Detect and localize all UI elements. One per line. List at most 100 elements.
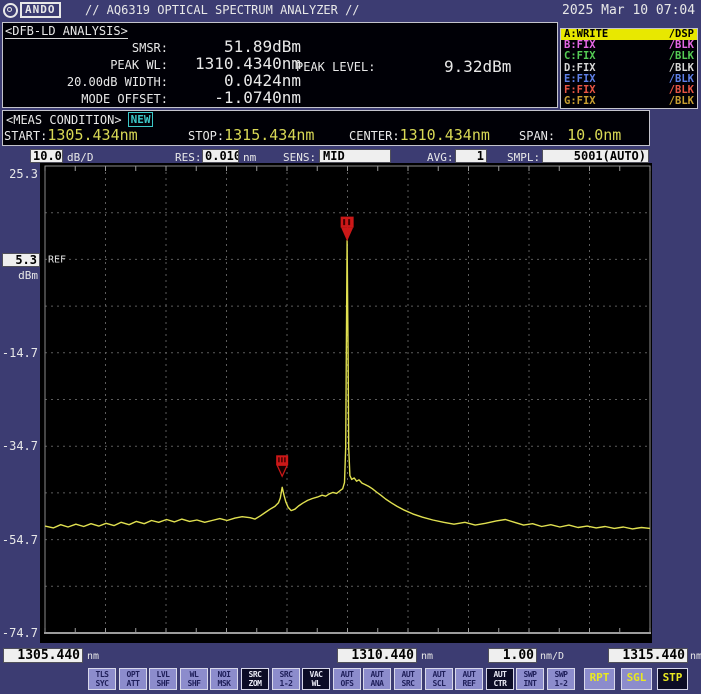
softkey-label-top: SWP [517,670,543,679]
softkey-label-top: TLS [89,670,115,679]
y-axis-label: -14.7 [0,346,38,360]
softkey-label-top: VAC [303,670,329,679]
trace-row-g[interactable]: G:FIX/BLK [561,96,697,107]
softkey-swp-1-2[interactable]: SWP1-2 [547,668,575,690]
softkey-tls-syc[interactable]: TLSSYC [88,668,116,690]
dfb-ld-analysis-panel: <DFB-LD ANALYSIS> SMSR:51.89dBmPEAK WL:1… [2,22,558,108]
spectrum-canvas: REF [40,163,652,643]
softkey-aut-src[interactable]: AUTSRC [394,668,422,690]
softkey-label-top: AUT [395,670,421,679]
side-mode-marker [276,455,288,476]
analysis-value: -1.0740nm [168,89,301,106]
softkey-label-bottom: ANA [364,679,390,688]
trace-rows: A:WRITE/DSPB:FIX/BLKC:FIX/BLKD:FIX/BLKE:… [561,29,697,107]
softkey-label-top: SRC [273,670,299,679]
y-axis-label: -34.7 [0,439,38,453]
analysis-rows: SMSR:51.89dBmPEAK WL:1310.4340nm20.00dB … [3,38,301,106]
softkey-row: TLSSYCOPTATTLVLSHFWLSHFNOIMSKSRCZOMSRC1-… [0,668,701,691]
softkey-src-1-2[interactable]: SRC1-2 [272,668,300,690]
softkey-label-bottom: ZOM [242,679,268,688]
smpl-value-box[interactable]: 5001(AUTO) [542,149,649,163]
analysis-title: <DFB-LD ANALYSIS> [5,24,128,39]
spectrum-plot: REF [40,163,652,643]
ando-logo-text: ANDO [20,2,61,18]
analysis-row: PEAK WL:1310.4340nm [3,55,301,72]
marker-glyph [343,219,345,225]
x-stop-box[interactable]: 1315.440 [608,648,688,663]
analysis-row: MODE OFFSET:-1.0740nm [3,89,301,106]
main-peak-marker [341,217,354,242]
meas-condition-panel: <MEAS CONDITION> NEW START:1305.434nm STO… [2,110,650,146]
softkey-vac-wl[interactable]: VACWL [302,668,330,690]
analysis-row: 20.00dB WIDTH:0.0424nm [3,72,301,89]
softkey-opt-att[interactable]: OPTATT [119,668,147,690]
softkey-aut-ctr[interactable]: AUTCTR [486,668,514,690]
softkey-label-bottom: WL [303,679,329,688]
meas-field: CENTER:1310.434nm [349,126,490,144]
softkey-label-top: NOI [211,670,237,679]
x-start-box[interactable]: 1305.440 [3,648,83,663]
softkey-aut-scl[interactable]: AUTSCL [425,668,453,690]
scale-value-box[interactable]: 10.0 [30,149,63,163]
softkey-label-top: SWP [548,670,574,679]
trace-name: C:FIX [564,51,596,62]
trace-status-panel: A:WRITE/DSPB:FIX/BLKC:FIX/BLKD:FIX/BLKE:… [560,28,698,109]
analysis-value: 0.0424nm [168,72,301,89]
res-value-box[interactable]: 0.010 [202,149,239,163]
softkey-label-bottom: CTR [487,679,513,688]
softkey-aut-ana[interactable]: AUTANA [363,668,391,690]
softkey-label-bottom: 1-2 [273,679,299,688]
ando-logo: ANDO [3,2,61,18]
softkey-label-top: AUT [364,670,390,679]
x-center-box[interactable]: 1310.440 [337,648,417,663]
y-axis-label: -74.7 [0,626,38,640]
meas-field: STOP:1315.434nm [188,126,314,144]
softkey-wl-shf[interactable]: WLSHF [180,668,208,690]
peak-level-label: PEAK LEVEL: [296,60,375,74]
softkey-src-zom[interactable]: SRCZOM [241,668,269,690]
x-stop-unit: nm [690,651,701,662]
y-axis-label: 25.3 [0,167,38,181]
softkey-label-bottom: MSK [211,679,237,688]
x-scale-box[interactable]: 1.00 [488,648,537,663]
analysis-value: 51.89dBm [168,38,301,55]
meas-field-value: 10.0nm [567,126,621,144]
y-axis-unit: dBm [2,269,38,282]
analysis-value: 1310.4340nm [168,55,301,72]
softkey-swp-int[interactable]: SWPINT [516,668,544,690]
meas-title: <MEAS CONDITION> [6,113,122,127]
softkey-label-top: WL [181,670,207,679]
marker-glyph [348,219,350,225]
meas-field: START:1305.434nm [4,126,138,144]
softkey-aut-ofs[interactable]: AUTOFS [333,668,361,690]
softkey-label-top: AUT [487,670,513,679]
analysis-label: MODE OFFSET: [3,91,168,108]
softkey-label-bottom: SHF [181,679,207,688]
marker-pointer [277,465,287,476]
control-key-sgl[interactable]: SGL [621,668,652,690]
analysis-row: SMSR:51.89dBm [3,38,301,55]
ando-logo-icon [3,3,18,18]
sens-value-box[interactable]: MID [319,149,391,163]
datetime: 2025 Mar 10 07:04 [562,3,695,18]
window-title: // AQ6319 OPTICAL SPECTRUM ANALYZER // [85,3,360,17]
trace-row-c[interactable]: C:FIX/BLK [561,51,697,62]
softkey-label-bottom: SHF [150,679,176,688]
x-scale-unit: nm/D [540,651,564,662]
x-start-unit: nm [87,651,99,662]
control-key-rpt[interactable]: RPT [584,668,615,690]
softkey-label-top: OPT [120,670,146,679]
meas-field-value: 1310.434nm [400,126,490,144]
softkey-label-top: AUT [426,670,452,679]
softkey-noi-msk[interactable]: NOIMSK [210,668,238,690]
avg-value-box[interactable]: 1 [455,149,487,163]
ref-level-box[interactable]: 5.3 [2,253,40,267]
softkey-lvl-shf[interactable]: LVLSHF [149,668,177,690]
trace-name: G:FIX [564,96,596,107]
softkey-label-top: LVL [150,670,176,679]
meas-field: SPAN:10.0nm [519,126,621,144]
softkey-aut-ref[interactable]: AUTREF [455,668,483,690]
control-key-stp[interactable]: STP [657,668,688,690]
meas-field-label: CENTER: [349,129,400,143]
new-badge: NEW [128,112,154,127]
